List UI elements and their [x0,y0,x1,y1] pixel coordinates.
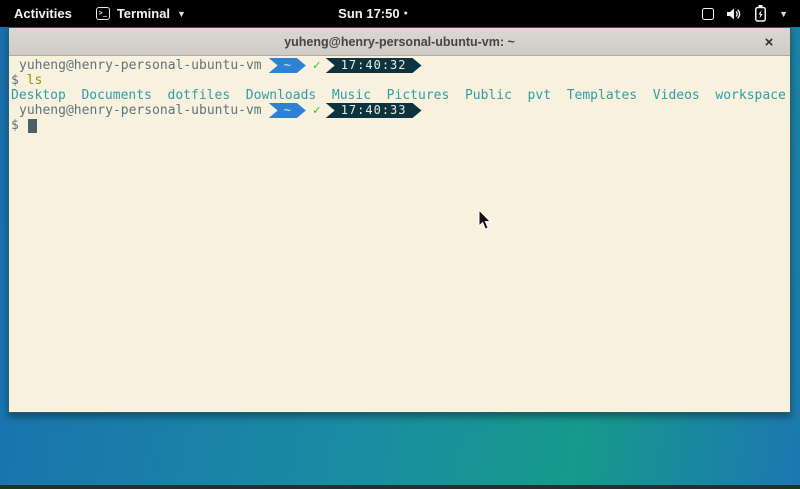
terminal-content[interactable]: yuheng@henry-personal-ubuntu-vm ~ ✓ 17:4… [9,56,790,412]
top-bar: Activities >_ Terminal ▼ Sun 17:50 ● ▼ [0,0,800,27]
chevron-down-icon: ▼ [177,9,186,19]
ls-output-line: Desktop Documents dotfiles Downloads Mus… [11,88,790,103]
input-line[interactable]: $ [11,118,790,133]
prompt-time-segment: 17:40:33 [326,103,422,118]
prompt-path-segment: ~ [269,103,306,118]
prompt-symbol: $ [11,118,19,133]
app-menu[interactable]: >_ Terminal ▼ [86,0,196,27]
text-cursor [28,119,37,133]
system-status-area[interactable]: ▼ [702,0,800,27]
prompt-path-segment: ~ [269,58,306,73]
app-menu-label: Terminal [117,6,170,21]
prompt-line-1: yuheng@henry-personal-ubuntu-vm ~ ✓ 17:4… [11,58,790,73]
display-icon [702,8,714,20]
clock-button[interactable]: Sun 17:50 ● [338,0,408,27]
terminal-window: yuheng@henry-personal-ubuntu-vm: ~ × yuh… [8,27,791,413]
prompt-time-segment: 17:40:32 [326,58,422,73]
prompt-check-icon: ✓ [313,103,321,118]
activities-button[interactable]: Activities [0,0,86,27]
prompt-user-host: yuheng@henry-personal-ubuntu-vm [19,103,262,118]
command-line: $ ls [11,73,790,88]
command-text: ls [27,73,43,88]
mouse-pointer-icon [478,210,492,231]
prompt-line-2: yuheng@henry-personal-ubuntu-vm ~ ✓ 17:4… [11,103,790,118]
clock-label: Sun 17:50 [338,6,399,21]
prompt-symbol: $ [11,73,19,88]
close-button[interactable]: × [758,31,780,53]
notification-dot-icon: ● [404,10,408,17]
chevron-down-icon: ▼ [779,9,788,19]
volume-icon [727,7,742,21]
battery-charging-icon [755,5,766,22]
prompt-check-icon: ✓ [313,58,321,73]
desktop-bottom-edge [0,485,800,489]
prompt-user-host: yuheng@henry-personal-ubuntu-vm [19,58,262,73]
window-titlebar[interactable]: yuheng@henry-personal-ubuntu-vm: ~ × [9,28,790,56]
window-title: yuheng@henry-personal-ubuntu-vm: ~ [284,35,515,49]
terminal-icon: >_ [96,7,110,20]
